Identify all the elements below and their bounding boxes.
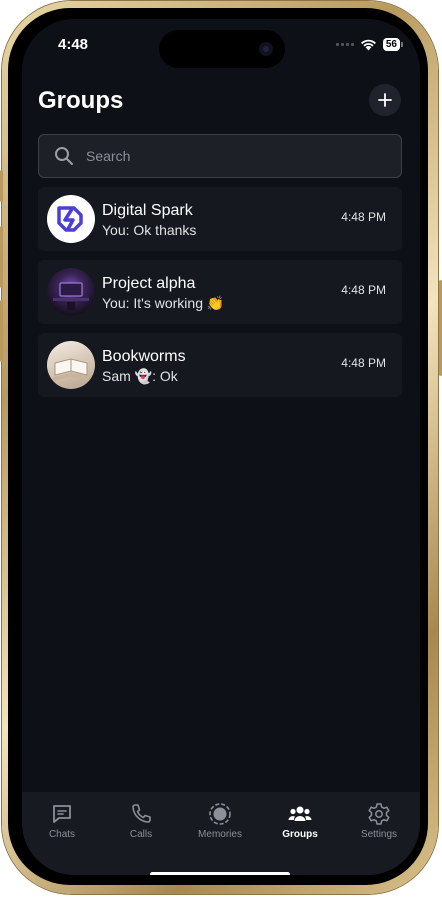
volume-up-button — [0, 226, 3, 288]
front-camera — [259, 42, 273, 56]
tab-label: Calls — [129, 829, 153, 840]
last-message: You: Ok thanks — [102, 222, 197, 238]
last-message: You: It's working 👏 — [102, 295, 225, 311]
group-name: Bookworms — [102, 348, 186, 365]
group-name: Digital Spark — [102, 202, 193, 219]
tab-label: Groups — [282, 829, 318, 840]
tab-calls[interactable]: Calls — [105, 802, 177, 840]
screen: 4:48 56 Groups Digital Spark You: O — [22, 19, 420, 875]
message-time: 4:48 PM — [341, 283, 386, 297]
wifi-icon — [360, 39, 376, 50]
group-name: Project alpha — [102, 275, 196, 292]
cellular-signal-icon — [335, 43, 354, 46]
avatar — [47, 195, 95, 243]
action-button — [0, 170, 3, 202]
page-title: Groups — [38, 87, 124, 114]
gear-icon — [368, 803, 390, 825]
tab-label: Settings — [360, 829, 398, 840]
phone-icon — [132, 804, 151, 823]
tab-bar: Chats Calls Memories Groups Settings — [22, 792, 420, 875]
home-indicator[interactable] — [150, 872, 290, 875]
tab-settings[interactable]: Settings — [343, 802, 415, 840]
plus-icon — [378, 93, 392, 107]
groups-icon — [288, 806, 312, 821]
search-icon — [55, 147, 73, 165]
status-time: 4:48 — [58, 36, 89, 53]
tab-groups[interactable]: Groups — [264, 802, 336, 840]
search-bar[interactable] — [38, 134, 402, 178]
tab-label: Memories — [198, 829, 242, 840]
battery-icon: 56 — [382, 38, 404, 51]
last-message: Sam 👻: Ok — [102, 368, 178, 384]
bookworms-photo-icon — [53, 358, 89, 381]
group-item-bookworms[interactable]: Bookworms Sam 👻: Ok 4:48 PM — [38, 333, 402, 397]
digital-spark-logo-icon — [57, 206, 83, 232]
group-item-digital-spark[interactable]: Digital Spark You: Ok thanks 4:48 PM — [38, 187, 402, 251]
group-item-project-alpha[interactable]: Project alpha You: It's working 👏 4:48 P… — [38, 260, 402, 324]
tab-memories[interactable]: Memories — [184, 802, 256, 840]
message-time: 4:48 PM — [341, 210, 386, 224]
search-input[interactable] — [84, 147, 368, 165]
dynamic-island — [159, 30, 285, 68]
avatar — [47, 268, 95, 316]
tab-chats[interactable]: Chats — [26, 802, 98, 840]
avatar — [47, 341, 95, 389]
message-time: 4:48 PM — [341, 356, 386, 370]
chat-icon — [53, 805, 71, 823]
memories-icon — [209, 803, 231, 825]
tab-label: Chats — [48, 829, 76, 840]
status-indicators: 56 — [335, 38, 404, 51]
add-group-button[interactable] — [369, 84, 401, 116]
project-alpha-photo-icon — [53, 282, 89, 310]
volume-down-button — [0, 300, 3, 362]
